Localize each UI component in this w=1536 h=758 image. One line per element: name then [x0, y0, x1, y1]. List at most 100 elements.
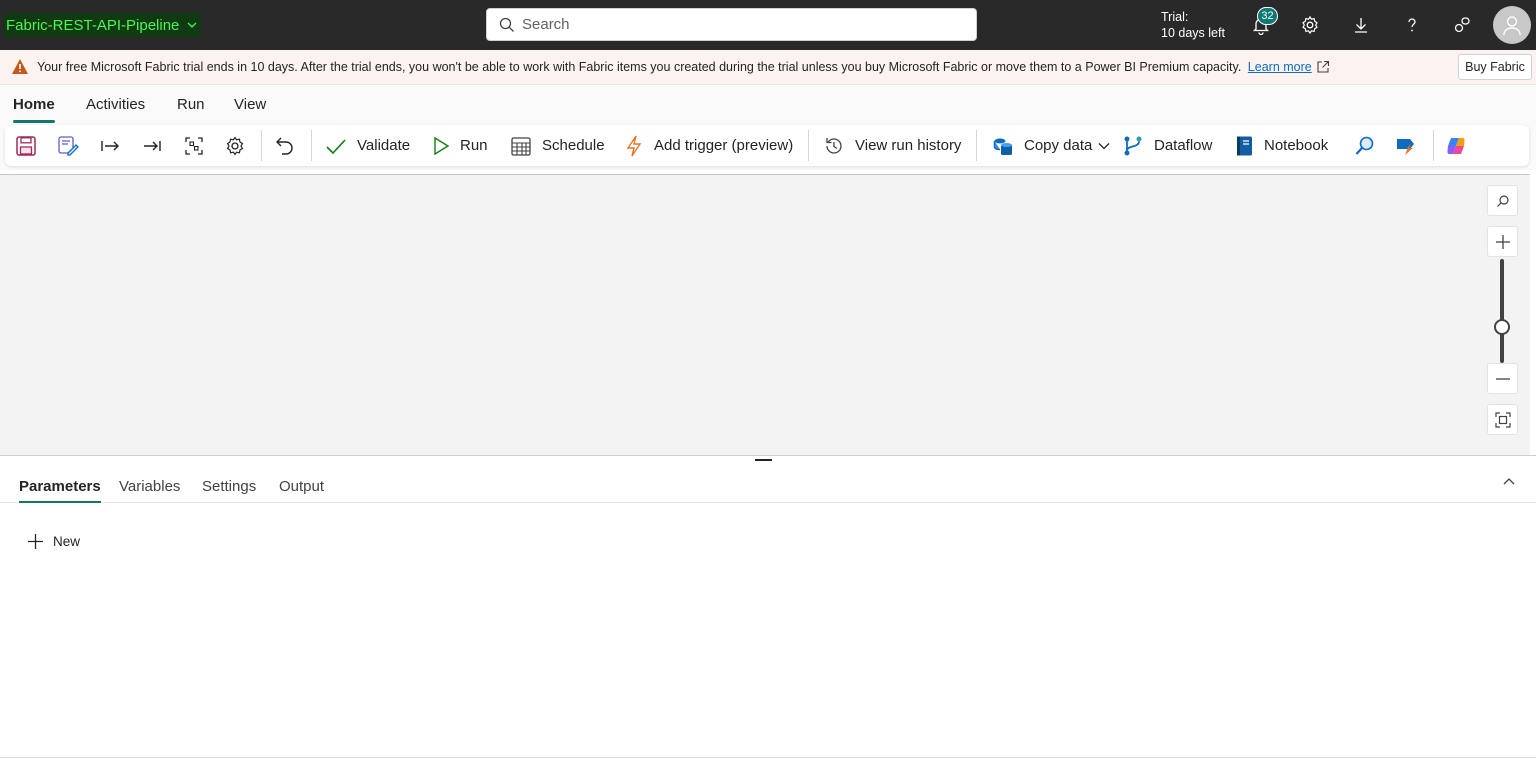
canvas-search-button[interactable] — [1487, 185, 1518, 216]
schedule-button[interactable]: Schedule — [510, 125, 605, 166]
run-button[interactable]: Run — [432, 125, 488, 166]
trial-days-left: 10 days left — [1161, 26, 1225, 40]
zoom-slider-thumb[interactable] — [1494, 319, 1510, 335]
gear-icon[interactable] — [1298, 13, 1322, 37]
copy-data-button[interactable]: Copy data — [992, 125, 1110, 166]
save-icon — [15, 135, 37, 157]
notebook-label: Notebook — [1264, 137, 1329, 154]
avatar[interactable] — [1493, 6, 1531, 44]
history-icon — [823, 135, 845, 157]
fit-screen-icon — [1494, 411, 1511, 428]
toolbar-separator — [1433, 130, 1434, 161]
fit-to-screen-button[interactable] — [1487, 404, 1518, 435]
learn-more-link[interactable]: Learn more — [1248, 60, 1312, 74]
view-run-history-label: View run history — [855, 137, 962, 154]
add-trigger-label: Add trigger (preview) — [654, 137, 794, 154]
search-placeholder: Search — [522, 16, 570, 33]
activator-button[interactable] — [1395, 125, 1427, 166]
buy-fabric-button[interactable]: Buy Fabric — [1458, 54, 1532, 80]
copilot-button[interactable] — [1445, 125, 1477, 166]
search-input[interactable]: Search — [486, 8, 977, 41]
tab-variables[interactable]: Variables — [119, 478, 180, 495]
dataflow-icon — [1122, 135, 1144, 157]
warning-icon — [11, 58, 29, 75]
zoom-in-button[interactable] — [1487, 226, 1518, 257]
save-edit-icon — [57, 135, 79, 157]
undo-icon — [274, 135, 296, 157]
tab-output[interactable]: Output — [279, 478, 324, 495]
copy-data-label: Copy data — [1024, 137, 1093, 154]
add-trigger-button[interactable]: Add trigger (preview) — [624, 125, 793, 166]
copy-data-icon — [992, 135, 1014, 157]
zoom-out-button[interactable] — [1487, 363, 1518, 394]
open-external-icon[interactable] — [1316, 60, 1330, 74]
checkmark-icon — [325, 135, 347, 157]
properties-panel: Parameters Variables Settings Output New — [0, 461, 1536, 758]
settings-button[interactable] — [224, 125, 256, 166]
ribbon: Validate Run Schedule Add trigger (previ… — [0, 124, 1536, 170]
workspace-item-title[interactable]: Fabric-REST-API-Pipeline — [4, 13, 202, 37]
download-icon[interactable] — [1349, 13, 1373, 37]
new-parameter-button[interactable]: New — [27, 533, 80, 550]
tab-activities[interactable]: Activities — [86, 96, 145, 113]
dataflow-button[interactable]: Dataflow — [1122, 125, 1212, 166]
undo-button[interactable] — [274, 125, 306, 166]
notification-count-badge: 32 — [1257, 7, 1278, 25]
view-run-history-button[interactable]: View run history — [823, 125, 961, 166]
run-label: Run — [460, 137, 488, 154]
toolbar-separator — [808, 130, 809, 161]
trial-label: Trial: — [1161, 10, 1189, 24]
toolbar-separator — [311, 130, 312, 161]
chevron-down-icon — [1098, 142, 1110, 150]
top-bar: Fabric-REST-API-Pipeline Search Trial: 1… — [0, 0, 1536, 50]
search-icon — [499, 17, 522, 33]
tab-run[interactable]: Run — [177, 96, 205, 113]
properties-tabs: Parameters Variables Settings Output — [0, 461, 1536, 503]
search-activity-button[interactable] — [1354, 125, 1386, 166]
toolbar-separator — [261, 130, 262, 161]
notebook-button[interactable]: Notebook — [1234, 125, 1328, 166]
arrow-right-from-line-icon — [99, 135, 121, 157]
search-icon — [1496, 194, 1510, 208]
tab-home[interactable]: Home — [13, 96, 55, 123]
new-label: New — [53, 534, 81, 549]
pipeline-canvas[interactable] — [0, 174, 1530, 455]
share-feedback-icon[interactable] — [1450, 13, 1474, 37]
person-icon — [1501, 14, 1523, 36]
play-icon — [432, 136, 450, 156]
move-right-button[interactable] — [99, 125, 131, 166]
calendar-icon — [510, 135, 532, 157]
save-button[interactable] — [15, 125, 47, 166]
trial-status[interactable]: Trial: 10 days left — [1161, 9, 1225, 41]
chevron-down-icon — [187, 22, 197, 28]
minus-icon — [1495, 371, 1511, 387]
app-title-text: Fabric-REST-API-Pipeline — [6, 16, 180, 34]
trial-warning-banner: Your free Microsoft Fabric trial ends in… — [0, 50, 1536, 85]
dataflow-label: Dataflow — [1154, 137, 1213, 154]
validate-button[interactable]: Validate — [325, 125, 410, 166]
toolbar-separator — [976, 130, 977, 161]
tab-view[interactable]: View — [234, 96, 266, 113]
chevron-up-icon[interactable] — [1502, 476, 1516, 486]
plus-icon — [1495, 234, 1511, 250]
validate-label: Validate — [357, 137, 411, 154]
search-icon — [1354, 135, 1376, 157]
gear-icon — [224, 135, 246, 157]
schedule-label: Schedule — [542, 137, 605, 154]
save-as-button[interactable] — [57, 125, 89, 166]
banner-text: Your free Microsoft Fabric trial ends in… — [37, 60, 1242, 74]
auto-layout-icon — [183, 135, 205, 157]
move-to-end-button[interactable] — [141, 125, 173, 166]
plus-icon — [27, 533, 44, 550]
auto-align-button[interactable] — [183, 125, 215, 166]
help-icon[interactable] — [1400, 13, 1424, 37]
tab-settings[interactable]: Settings — [202, 478, 256, 495]
notebook-icon — [1234, 135, 1254, 157]
banner-message: Your free Microsoft Fabric trial ends in… — [37, 60, 1312, 74]
tab-parameters[interactable]: Parameters — [19, 478, 101, 503]
ribbon-tabs: Home Activities Run View — [0, 86, 1536, 124]
copilot-icon — [1445, 135, 1467, 157]
home-toolbar: Validate Run Schedule Add trigger (previ… — [5, 125, 1529, 166]
zoom-slider-track[interactable] — [1500, 259, 1504, 363]
arrow-right-to-line-icon — [141, 135, 163, 157]
